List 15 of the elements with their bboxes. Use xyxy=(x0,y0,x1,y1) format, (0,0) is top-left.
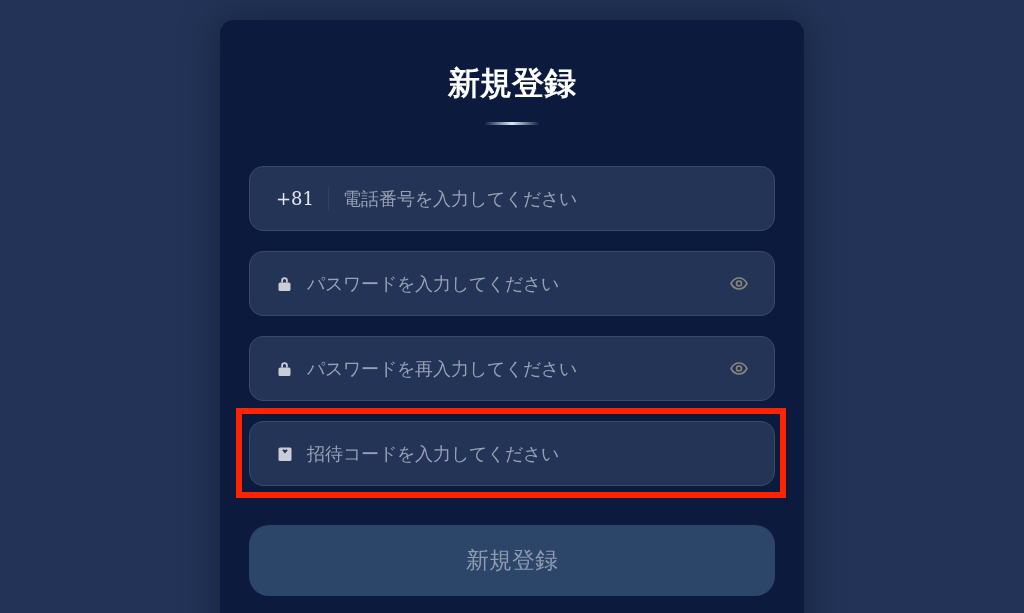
eye-icon[interactable] xyxy=(730,277,748,290)
phone-number-input[interactable]: 電話番号を入力してください xyxy=(343,185,748,212)
invite-code-field[interactable]: 招待コードを入力してください xyxy=(249,421,775,486)
country-code: +81 xyxy=(276,187,314,211)
heart-box-icon xyxy=(278,446,292,461)
password-input[interactable]: パスワードを再入力してください xyxy=(307,355,730,382)
page-title: 新規登録 xyxy=(447,63,577,103)
password-input[interactable]: パスワードを入力してください xyxy=(307,270,730,297)
password-field[interactable]: パスワードを再入力してください xyxy=(249,336,775,401)
password-field[interactable]: パスワードを入力してください xyxy=(249,251,775,316)
lock-icon xyxy=(278,361,291,376)
phone-field[interactable]: +81 電話番号を入力してください xyxy=(249,166,775,231)
invite-code-input[interactable]: 招待コードを入力してください xyxy=(307,440,748,467)
lock-icon xyxy=(278,276,291,291)
eye-icon[interactable] xyxy=(730,362,748,375)
